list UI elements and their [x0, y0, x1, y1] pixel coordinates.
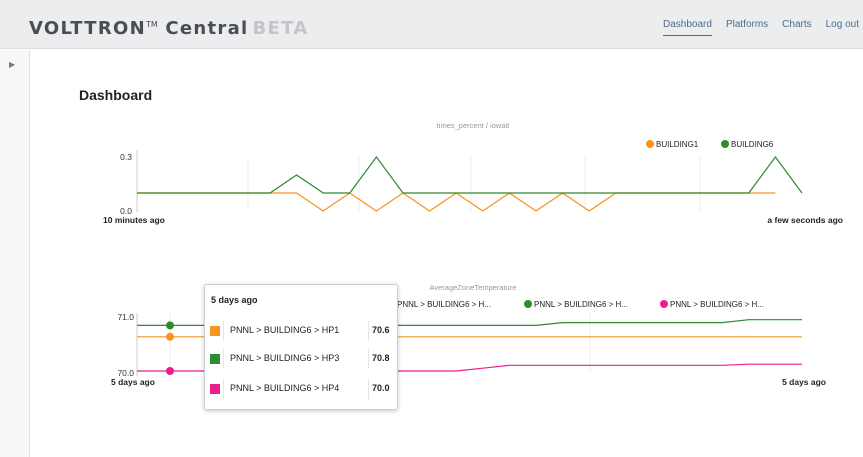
- chart1-xend: a few seconds ago: [767, 215, 843, 225]
- legend-dot-hp3[interactable]: [524, 300, 532, 308]
- chart1-ytick-top: 0.3: [120, 152, 132, 162]
- tooltip-divider: [368, 321, 369, 341]
- tooltip-series-name: PNNL > BUILDING6 > HP1: [230, 325, 340, 335]
- hover-point[interactable]: [166, 321, 174, 330]
- chart2-xend: 5 days ago: [782, 377, 826, 387]
- chart2-ytick-top: 71.0: [117, 312, 134, 322]
- chart1-series: [137, 155, 803, 212]
- tooltip-divider: [223, 349, 224, 369]
- chart2-xstart: 5 days ago: [111, 377, 155, 387]
- tooltip-header: 5 days ago: [211, 295, 258, 305]
- series-line: [137, 192, 776, 212]
- dashboard-charts: times_percent / iowait 0.3 0.0 10 minute…: [103, 121, 843, 387]
- legend-building6[interactable]: BUILDING6: [731, 140, 774, 149]
- tooltip-divider: [223, 379, 224, 399]
- hover-point[interactable]: [166, 332, 174, 341]
- chart1-legend: BUILDING1 BUILDING6: [646, 140, 774, 149]
- legend-dot-building1[interactable]: [646, 140, 654, 148]
- chart2-tooltip: 5 days ago PNNL > BUILDING6 > HP1 70.6 P…: [204, 284, 398, 410]
- chart1-grid: [247, 157, 701, 211]
- legend-hp3[interactable]: PNNL > BUILDING6 > H...: [534, 300, 628, 309]
- legend-hp1[interactable]: PNNL > BUILDING6 > H...: [397, 300, 491, 309]
- tooltip-series-name: PNNL > BUILDING6 > HP4: [230, 383, 340, 393]
- legend-dot-hp4[interactable]: [660, 300, 668, 308]
- legend-hp4[interactable]: PNNL > BUILDING6 > H...: [670, 300, 764, 309]
- legend-dot-building6[interactable]: [721, 140, 729, 148]
- tooltip-swatch-hp3: [210, 354, 220, 364]
- legend-building1[interactable]: BUILDING1: [656, 140, 699, 149]
- tooltip-series-value: 70.6: [372, 325, 390, 335]
- hover-point[interactable]: [166, 367, 174, 375]
- tooltip-row: PNNL > BUILDING6 > HP1 70.6: [205, 321, 397, 341]
- tooltip-swatch-hp4: [210, 384, 220, 394]
- chart2-title: AverageZoneTemperature: [430, 283, 517, 292]
- chart2-legend: PNNL > BUILDING6 > H... PNNL > BUILDING6…: [387, 300, 764, 309]
- tooltip-series-value: 70.0: [372, 383, 390, 393]
- tooltip-divider: [368, 379, 369, 399]
- chart1-title: times_percent / iowait: [437, 121, 510, 130]
- tooltip-divider: [368, 349, 369, 369]
- tooltip-swatch-hp1: [210, 326, 220, 336]
- tooltip-series-name: PNNL > BUILDING6 > HP3: [230, 353, 340, 363]
- tooltip-row: PNNL > BUILDING6 > HP4 70.0: [205, 379, 397, 399]
- tooltip-row: PNNL > BUILDING6 > HP3 70.8: [205, 349, 397, 369]
- chart1-xstart: 10 minutes ago: [103, 215, 165, 225]
- tooltip-series-value: 70.8: [372, 353, 390, 363]
- tooltip-divider: [223, 321, 224, 341]
- series-line: [137, 155, 803, 194]
